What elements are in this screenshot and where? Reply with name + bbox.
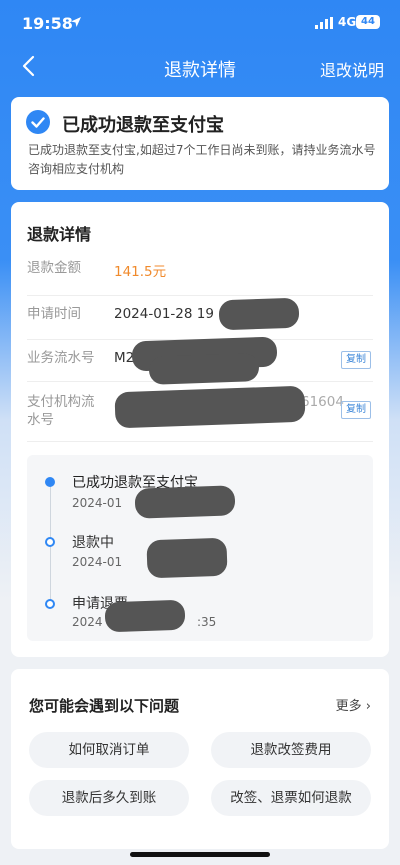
- timeline-step-title: 退款中: [72, 535, 114, 551]
- faq-more-link[interactable]: 更多 ›: [336, 695, 371, 714]
- nav-bar: 退款详情 退改说明: [0, 44, 400, 90]
- status-time: 19:58: [22, 14, 73, 33]
- timeline-step-date-tail: :35: [197, 615, 217, 629]
- home-indicator: [130, 852, 270, 857]
- detail-label: 退款金额: [27, 260, 81, 276]
- refund-result-card: 已成功退款至支付宝 已成功退款至支付宝,如超过7个工作日尚未到账，请持业务流水号…: [11, 97, 389, 190]
- refund-amount: 141.5元: [114, 264, 167, 280]
- redaction-mark: [218, 297, 300, 331]
- status-bar: 19:58 4G 44: [0, 0, 400, 44]
- network-type: 4G: [338, 15, 357, 29]
- detail-label: 申请时间: [27, 306, 81, 322]
- timeline-step-date: 2024: [72, 615, 103, 629]
- copy-serial-button[interactable]: 复制: [341, 351, 371, 369]
- faq-item[interactable]: 改签、退票如何退款: [211, 780, 371, 816]
- detail-row-amount: 退款金额 141.5元: [27, 249, 373, 296]
- timeline-dot-icon: [45, 599, 55, 609]
- redaction-mark: [134, 485, 236, 519]
- timeline-dot-icon: [45, 537, 55, 547]
- result-description: 已成功退款至支付宝,如超过7个工作日尚未到账，请持业务流水号咨询相应支付机构: [28, 143, 376, 176]
- apply-time: 2024-01-28 19: [114, 306, 214, 322]
- redaction-mark: [104, 599, 186, 633]
- redaction-mark: [146, 537, 228, 579]
- refund-detail-card: 退款详情 退款金额 141.5元 申请时间 2024-01-28 19 业务流水…: [11, 202, 389, 657]
- signal-icon: [315, 17, 333, 29]
- detail-row-apply-time: 申请时间 2024-01-28 19: [27, 295, 373, 340]
- faq-title: 您可能会遇到以下问题: [29, 697, 180, 715]
- detail-row-payment-serial: 支付机构流水号 61604 复制: [27, 381, 373, 442]
- faq-more-label: 更多: [335, 699, 362, 714]
- redaction-mark: [114, 385, 306, 429]
- location-arrow-icon: [71, 17, 81, 27]
- faq-item[interactable]: 退款后多久到账: [29, 780, 189, 816]
- payment-serial-number: 61604: [301, 394, 344, 410]
- timeline-dot-active-icon: [45, 477, 55, 487]
- detail-row-serial-number: 业务流水号 M2 复制: [27, 336, 373, 385]
- copy-payment-serial-button[interactable]: 复制: [341, 401, 371, 419]
- timeline-step-date: 2024-01: [72, 496, 123, 510]
- chevron-right-icon: ›: [365, 699, 371, 714]
- refund-policy-link[interactable]: 退改说明: [320, 57, 384, 81]
- faq-item[interactable]: 退款改签费用: [211, 732, 371, 768]
- faq-card: 您可能会遇到以下问题 更多 › 如何取消订单 退款改签费用 退款后多久到账 改签…: [11, 669, 389, 849]
- faq-item[interactable]: 如何取消订单: [29, 732, 189, 768]
- result-headline: 已成功退款至支付宝: [62, 115, 224, 136]
- detail-section-title: 退款详情: [27, 225, 92, 244]
- detail-label: 业务流水号: [27, 350, 95, 366]
- timeline-step-date: 2024-01: [72, 555, 123, 569]
- refund-progress-timeline: 已成功退款至支付宝 2024-01 退款中 2024-01 申请退票 2024 …: [27, 455, 373, 641]
- detail-label: 支付机构流水号: [27, 394, 95, 428]
- success-check-icon: [26, 110, 50, 134]
- battery-icon: 44: [356, 15, 380, 29]
